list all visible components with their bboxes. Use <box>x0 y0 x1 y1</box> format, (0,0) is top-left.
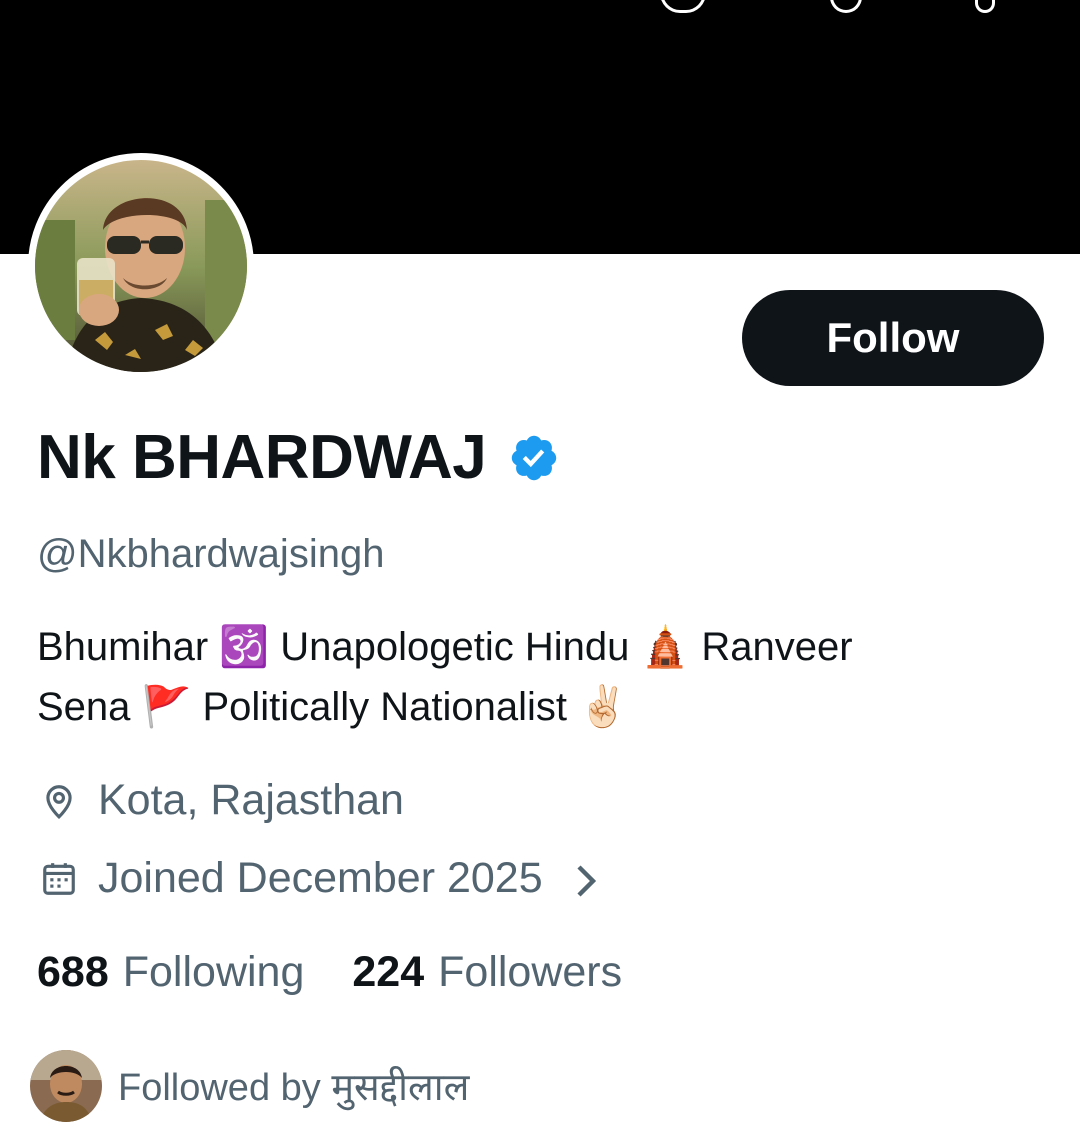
following-stat[interactable]: 688 Following <box>37 948 304 997</box>
display-name: Nk BHARDWAJ <box>37 423 487 492</box>
profile-avatar[interactable] <box>28 153 254 379</box>
following-label: Following <box>122 948 305 996</box>
profile-bio: Bhumihar 🕉️ Unapologetic Hindu 🛕 Ranveer… <box>37 617 1047 737</box>
status-icon-mid <box>830 0 862 13</box>
profile-stats: 688 Following 224 Followers <box>37 948 622 997</box>
followers-count: 224 <box>352 948 425 996</box>
profile-joined[interactable]: Joined December 2025 <box>40 854 599 903</box>
banner-top-edge <box>0 0 1080 14</box>
chevron-right-icon[interactable] <box>573 861 599 897</box>
location-text: Kota, Rajasthan <box>98 776 404 824</box>
location-pin-icon <box>40 782 78 820</box>
joined-text: Joined December 2025 <box>98 854 543 902</box>
profile-handle: @Nkbhardwajsingh <box>37 532 385 576</box>
status-icon-right <box>975 0 995 13</box>
follow-button[interactable]: Follow <box>742 290 1044 386</box>
followed-by-text: Followed by मुसद्दीलाल <box>118 1067 470 1109</box>
calendar-icon <box>40 860 78 898</box>
verified-badge-icon[interactable] <box>508 432 560 484</box>
status-icon-left <box>660 0 706 13</box>
avatar-image <box>35 160 247 372</box>
bio-line-2: Sena 🚩 Politically Nationalist ✌🏻 <box>37 685 628 729</box>
followed-by-row[interactable]: Followed by मुसद्दीलाल <box>30 1050 469 1122</box>
bio-line-1: Bhumihar 🕉️ Unapologetic Hindu 🛕 Ranveer <box>37 625 853 669</box>
profile-location: Kota, Rajasthan <box>40 776 404 825</box>
follower-avatar <box>30 1050 102 1122</box>
profile-name-row: Nk BHARDWAJ <box>37 422 560 493</box>
followers-stat[interactable]: 224 Followers <box>352 948 622 997</box>
following-count: 688 <box>37 948 109 996</box>
followers-label: Followers <box>438 948 623 996</box>
